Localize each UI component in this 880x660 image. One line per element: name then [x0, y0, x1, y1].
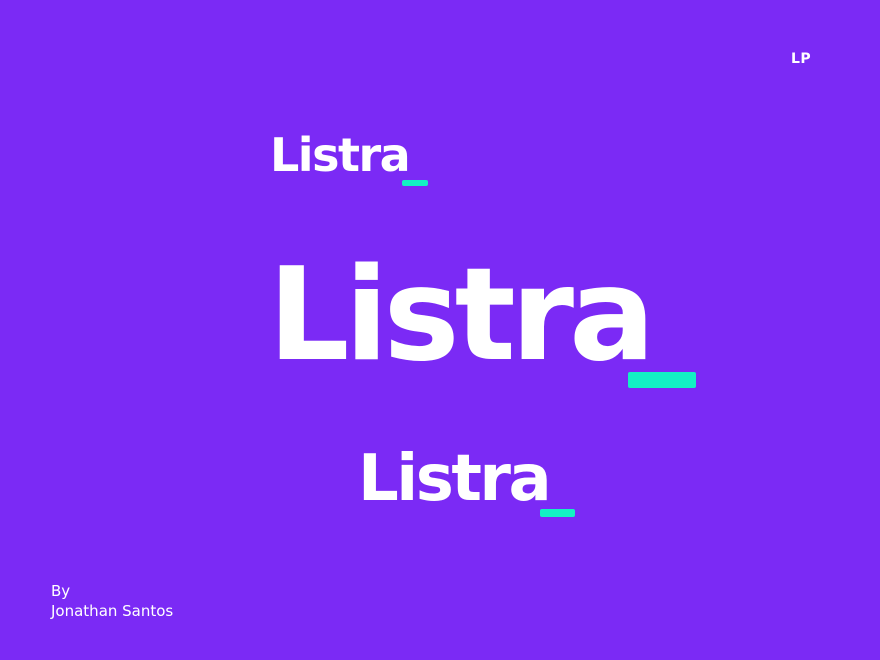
credit-author-name: Jonathan Santos — [51, 602, 174, 620]
logo-medium: Listra — [358, 447, 588, 522]
logo-large: Listra — [268, 252, 708, 397]
logo-cursor-mark — [540, 509, 575, 517]
author-credit: By Jonathan Santos — [51, 581, 173, 621]
logo-wordmark: Listra — [270, 128, 411, 182]
logo-wordmark: Listra — [268, 241, 655, 390]
logo-cursor-mark — [402, 180, 428, 186]
logo-small: Listra — [270, 132, 440, 192]
credit-by-label: By — [51, 582, 71, 600]
corner-monogram: LP — [791, 51, 812, 67]
logo-wordmark: Listra — [358, 442, 552, 516]
logo-cursor-mark — [628, 372, 696, 388]
